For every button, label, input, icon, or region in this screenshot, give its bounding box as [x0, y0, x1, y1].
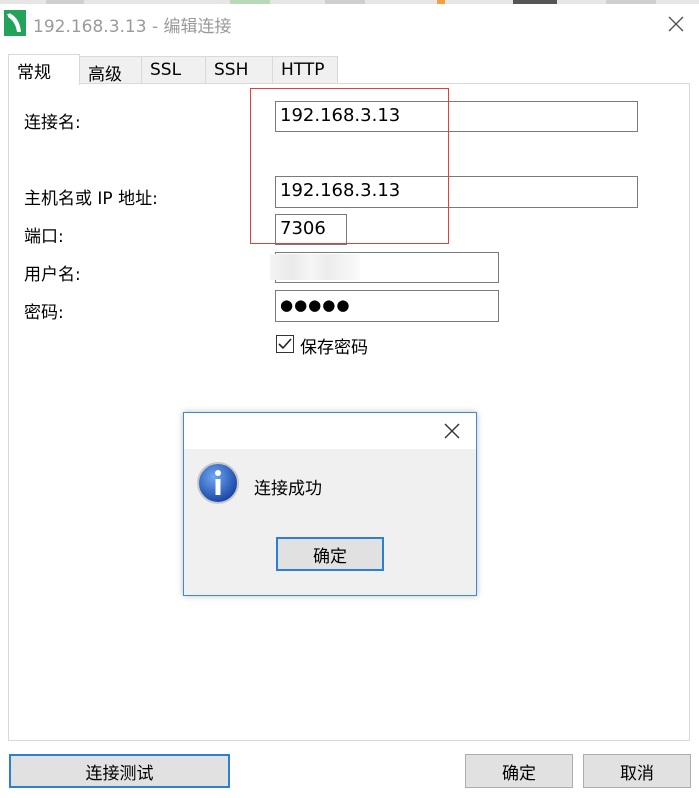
- port-label: 端口:: [24, 227, 64, 247]
- tab-ssl[interactable]: SSL: [141, 56, 206, 84]
- cancel-button[interactable]: 取消: [583, 754, 691, 788]
- close-icon: [444, 423, 460, 439]
- test-connection-button[interactable]: 连接测试: [9, 754, 230, 788]
- connection-success-dialog: 连接成功 确定: [183, 412, 477, 596]
- connection-name-input[interactable]: 192.168.3.13: [275, 101, 638, 132]
- host-label: 主机名或 IP 地址:: [24, 189, 158, 209]
- window-title: 192.168.3.13 - 编辑连接: [33, 17, 232, 37]
- tab-advanced[interactable]: 高级: [79, 56, 142, 85]
- ok-button[interactable]: 确定: [465, 754, 573, 788]
- save-password-checkbox[interactable]: [276, 335, 294, 353]
- save-password-label: 保存密码: [300, 338, 368, 358]
- username-label: 用户名:: [24, 265, 81, 285]
- info-icon: [196, 461, 240, 505]
- password-label: 密码:: [24, 303, 64, 323]
- tab-http[interactable]: HTTP: [272, 56, 338, 84]
- dolphin-app-icon: [4, 10, 26, 36]
- close-icon: [668, 16, 684, 32]
- edit-connection-window: 192.168.3.13 - 编辑连接 常规 高级 SSL SSH HTTP 连…: [0, 0, 699, 798]
- title-bar: 192.168.3.13 - 编辑连接: [0, 4, 699, 42]
- host-input[interactable]: 192.168.3.13: [275, 176, 638, 208]
- dialog-close-button[interactable]: [436, 417, 468, 445]
- password-input[interactable]: ●●●●●: [275, 290, 499, 322]
- window-close-button[interactable]: [656, 10, 696, 38]
- checkmark-icon: [278, 338, 292, 350]
- connection-name-label: 连接名:: [24, 113, 81, 133]
- dialog-message: 连接成功: [254, 479, 322, 499]
- redacted-username: [270, 254, 360, 280]
- tab-strip: 常规 高级 SSL SSH HTTP: [0, 54, 699, 85]
- tab-ssh[interactable]: SSH: [205, 56, 273, 84]
- port-input[interactable]: 7306: [275, 214, 347, 245]
- tab-general[interactable]: 常规: [8, 54, 80, 85]
- dialog-title-bar: [184, 413, 476, 449]
- dialog-ok-button[interactable]: 确定: [276, 537, 384, 571]
